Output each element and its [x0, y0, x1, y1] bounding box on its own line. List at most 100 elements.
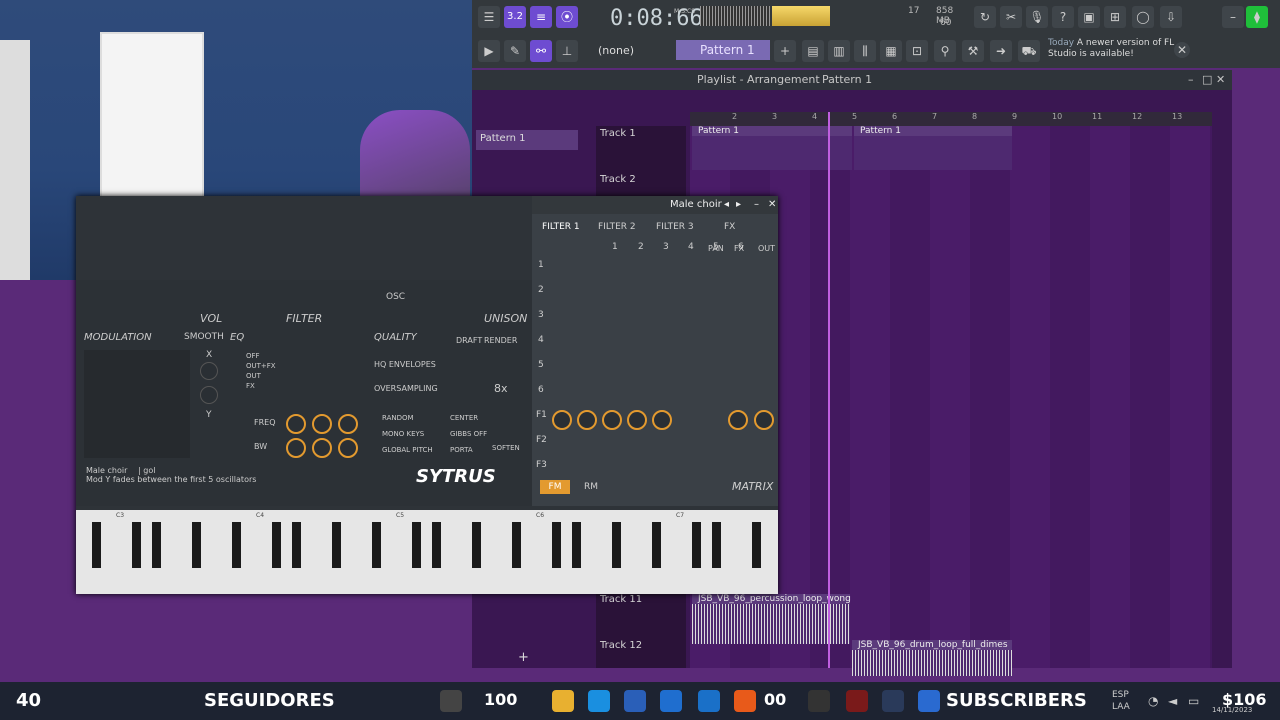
- wrench-icon[interactable]: ⚒: [962, 40, 984, 62]
- volume-icon[interactable]: ◄: [1168, 694, 1177, 708]
- tab-filter1[interactable]: FILTER 1: [542, 222, 580, 232]
- terminal-icon[interactable]: [808, 690, 830, 712]
- tempo-display[interactable]: 3.2: [504, 6, 526, 28]
- prev-preset-icon[interactable]: ◂: [724, 196, 729, 214]
- piano-keyboard[interactable]: C3 C4 C5 C6 C7: [76, 510, 778, 594]
- link-icon[interactable]: ⚯: [530, 40, 552, 62]
- black-key[interactable]: [612, 522, 621, 568]
- fm-knob[interactable]: [602, 410, 622, 430]
- timeline-ruler[interactable]: 2 3 4 5 6 7 8 9 10 11 12 13: [690, 112, 1212, 126]
- mic-icon[interactable]: 🎙: [1026, 6, 1048, 28]
- fm-knob[interactable]: [552, 410, 572, 430]
- playlist-icon[interactable]: ▤: [802, 40, 824, 62]
- close-notice-icon[interactable]: ✕: [1174, 42, 1190, 58]
- add-track-icon[interactable]: +: [518, 650, 529, 665]
- draw-icon[interactable]: ✎: [504, 40, 526, 62]
- routing-out[interactable]: OUT: [246, 372, 261, 380]
- language-layout[interactable]: LAA: [1112, 702, 1130, 712]
- fl-studio-icon[interactable]: [734, 690, 756, 712]
- routing-off[interactable]: OFF: [246, 352, 260, 360]
- track-label[interactable]: Track 1: [600, 128, 636, 139]
- browser-icon[interactable]: ⊡: [906, 40, 928, 62]
- global-pitch-toggle[interactable]: GLOBAL PITCH: [382, 446, 433, 454]
- y-knob[interactable]: [200, 386, 218, 404]
- playlist-maximize-icon[interactable]: □: [1202, 70, 1212, 90]
- x-knob[interactable]: [200, 362, 218, 380]
- fm-knob[interactable]: [577, 410, 597, 430]
- minimize-icon[interactable]: –: [1222, 6, 1244, 28]
- eq-bw-knob[interactable]: [286, 438, 306, 458]
- snap-select[interactable]: (none): [598, 42, 668, 60]
- mono-keys-toggle[interactable]: MONO KEYS: [382, 430, 424, 438]
- download-icon[interactable]: ⇩: [1160, 6, 1182, 28]
- vscode-icon[interactable]: [660, 690, 682, 712]
- black-key[interactable]: [692, 522, 701, 568]
- black-key[interactable]: [512, 522, 521, 568]
- black-key[interactable]: [552, 522, 561, 568]
- stamp-icon[interactable]: ⊥: [556, 40, 578, 62]
- language-indicator[interactable]: ESP: [1112, 690, 1129, 700]
- menu-icon[interactable]: ☰: [478, 6, 500, 28]
- sytrus-close-icon[interactable]: ✕: [768, 196, 776, 214]
- draft-button[interactable]: DRAFT: [456, 336, 482, 345]
- fm-knob[interactable]: [754, 410, 774, 430]
- mixer-icon[interactable]: ⫼: [854, 40, 876, 62]
- render-button[interactable]: RENDER: [484, 336, 517, 345]
- black-key[interactable]: [292, 522, 301, 568]
- oversampling-value[interactable]: 8x: [494, 382, 508, 395]
- folder-icon[interactable]: [552, 690, 574, 712]
- random-toggle[interactable]: RANDOM: [382, 414, 414, 422]
- xy-pad[interactable]: [84, 350, 190, 458]
- eq-freq-knob[interactable]: [338, 414, 358, 434]
- black-key[interactable]: [92, 522, 101, 568]
- routing-outfx[interactable]: OUT+FX: [246, 362, 276, 370]
- audio-clip[interactable]: JSB_VB_96_drum_loop_full_dimes: [852, 640, 1012, 676]
- store-icon[interactable]: [624, 690, 646, 712]
- playlist-minimize-icon[interactable]: –: [1188, 70, 1194, 90]
- tab-fm[interactable]: FM: [540, 480, 570, 494]
- metronome-icon[interactable]: ≡: [530, 6, 552, 28]
- routing-fx[interactable]: FX: [246, 382, 255, 390]
- cut-icon[interactable]: ✂: [1000, 6, 1022, 28]
- center-toggle[interactable]: CENTER: [450, 414, 478, 422]
- black-key[interactable]: [652, 522, 661, 568]
- record-app-icon[interactable]: [846, 690, 868, 712]
- hq-envelopes[interactable]: HQ ENVELOPES: [374, 360, 436, 369]
- gibbs-off-toggle[interactable]: GIBBS OFF: [450, 430, 487, 438]
- master-volume-meter[interactable]: [772, 6, 830, 26]
- record-icon[interactable]: ⦿: [556, 6, 578, 28]
- edge-icon[interactable]: [588, 690, 610, 712]
- clock-date[interactable]: 14/11/2023: [1212, 706, 1252, 714]
- update-notice[interactable]: Today A newer version of FL Studio is av…: [1048, 38, 1178, 60]
- wifi-icon[interactable]: ◔: [1148, 694, 1158, 708]
- save-icon[interactable]: ▣: [1078, 6, 1100, 28]
- audio-clip[interactable]: JSB_VB_96_percussion_loop_wong: [692, 594, 851, 644]
- chat-icon[interactable]: ◯: [1132, 6, 1154, 28]
- black-key[interactable]: [572, 522, 581, 568]
- tab-fx[interactable]: FX: [724, 222, 735, 232]
- black-key[interactable]: [192, 522, 201, 568]
- eq-freq-knob[interactable]: [286, 414, 306, 434]
- smooth-label[interactable]: SMOOTH: [184, 332, 224, 342]
- arrow-icon[interactable]: ➜: [990, 40, 1012, 62]
- black-key[interactable]: [432, 522, 441, 568]
- black-key[interactable]: [712, 522, 721, 568]
- fm-knob[interactable]: [652, 410, 672, 430]
- add-pattern-button[interactable]: +: [774, 40, 796, 62]
- play-icon[interactable]: ▶: [478, 40, 500, 62]
- eq-bw-knob[interactable]: [338, 438, 358, 458]
- outlook-icon[interactable]: [698, 690, 720, 712]
- black-key[interactable]: [272, 522, 281, 568]
- tab-rm[interactable]: RM: [584, 482, 598, 492]
- eq-bw-knob[interactable]: [312, 438, 332, 458]
- piano-roll-icon[interactable]: ▦: [880, 40, 902, 62]
- help-icon[interactable]: ?: [1052, 6, 1074, 28]
- pattern-clip[interactable]: Pattern 1: [854, 126, 1012, 170]
- porta-toggle[interactable]: PORTA: [450, 446, 473, 454]
- track-label[interactable]: Track 11: [600, 594, 642, 605]
- playhead[interactable]: [828, 112, 830, 668]
- pattern-list-item[interactable]: Pattern 1: [476, 130, 578, 150]
- soften-label[interactable]: SOFTEN: [492, 444, 520, 452]
- plugin-icon[interactable]: ⚲: [934, 40, 956, 62]
- pattern-selector[interactable]: Pattern 1: [676, 40, 770, 60]
